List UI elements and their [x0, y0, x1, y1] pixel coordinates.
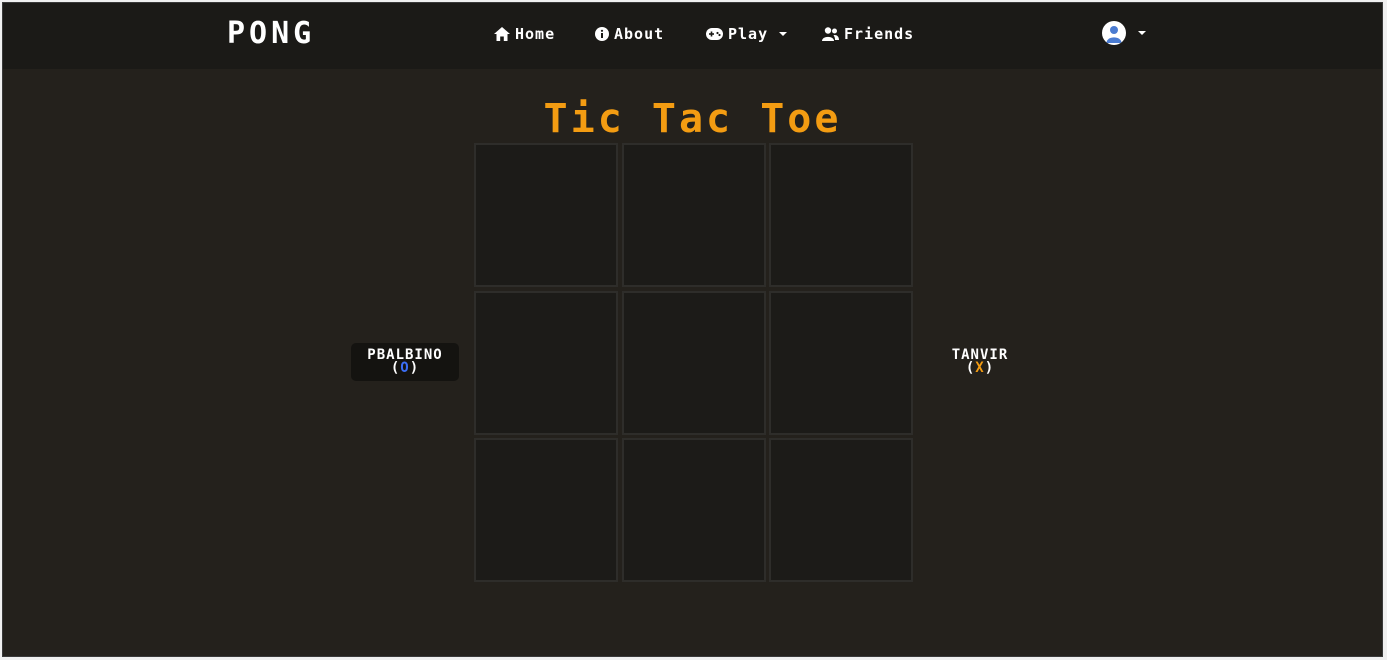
- board-cell-0[interactable]: [474, 143, 618, 287]
- board-cell-5[interactable]: [769, 291, 913, 435]
- profile-menu[interactable]: [1102, 21, 1146, 45]
- user-avatar-icon: [1102, 21, 1126, 45]
- app-window: PONG Home About Play Friends Tic Tac Toe…: [2, 2, 1383, 657]
- chevron-down-icon: [1138, 31, 1146, 35]
- game-board: [474, 143, 914, 583]
- player-x-symbol-mark: X: [975, 360, 985, 376]
- nav-play-label: Play: [728, 25, 769, 43]
- nav-home-label: Home: [515, 25, 556, 43]
- navbar: PONG Home About Play Friends: [3, 3, 1382, 69]
- board-cell-8[interactable]: [769, 438, 913, 582]
- board-cell-3[interactable]: [474, 291, 618, 435]
- game-title: Tic Tac Toe: [543, 96, 842, 142]
- nav-about[interactable]: About: [595, 23, 664, 45]
- gamepad-icon: [706, 28, 723, 40]
- nav-about-label: About: [614, 25, 665, 43]
- player-o-symbol: (O): [390, 360, 420, 376]
- board-cell-4[interactable]: [622, 291, 766, 435]
- board-cell-7[interactable]: [622, 438, 766, 582]
- users-icon: [822, 27, 839, 41]
- nav-friends[interactable]: Friends: [822, 23, 914, 45]
- chevron-down-icon: [779, 32, 788, 36]
- home-icon: [494, 27, 510, 41]
- nav-friends-label: Friends: [844, 25, 915, 43]
- board-cell-6[interactable]: [474, 438, 618, 582]
- player-o-symbol-mark: O: [400, 360, 410, 376]
- nav-play[interactable]: Play: [706, 23, 788, 45]
- board-cell-2[interactable]: [769, 143, 913, 287]
- logo[interactable]: PONG: [227, 17, 315, 51]
- board-cell-1[interactable]: [622, 143, 766, 287]
- info-icon: [595, 27, 609, 41]
- player-x-card: TANVIR (X): [926, 343, 1034, 381]
- player-x-symbol: (X): [965, 360, 995, 376]
- nav-home[interactable]: Home: [494, 23, 555, 45]
- player-o-card: PBALBINO (O): [351, 343, 459, 381]
